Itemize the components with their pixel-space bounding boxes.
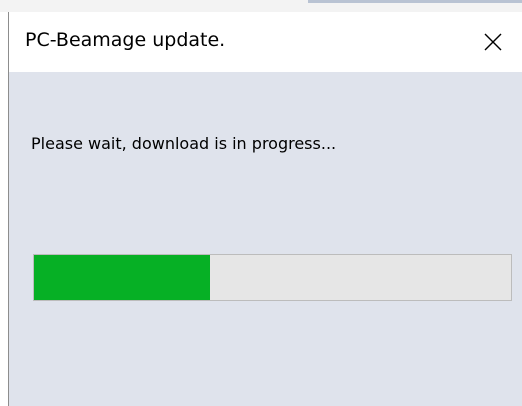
status-message: Please wait, download is in progress... <box>31 134 337 153</box>
update-dialog: PC-Beamage update. Please wait, download… <box>8 12 522 406</box>
download-progress-bar <box>33 254 512 301</box>
background-window <box>0 0 522 12</box>
dialog-title: PC-Beamage update. <box>25 29 226 51</box>
title-bar[interactable]: PC-Beamage update. <box>9 12 522 72</box>
close-button[interactable] <box>464 12 522 72</box>
background-window-edge <box>308 0 522 3</box>
close-icon <box>484 33 502 51</box>
progress-fill <box>34 255 211 300</box>
